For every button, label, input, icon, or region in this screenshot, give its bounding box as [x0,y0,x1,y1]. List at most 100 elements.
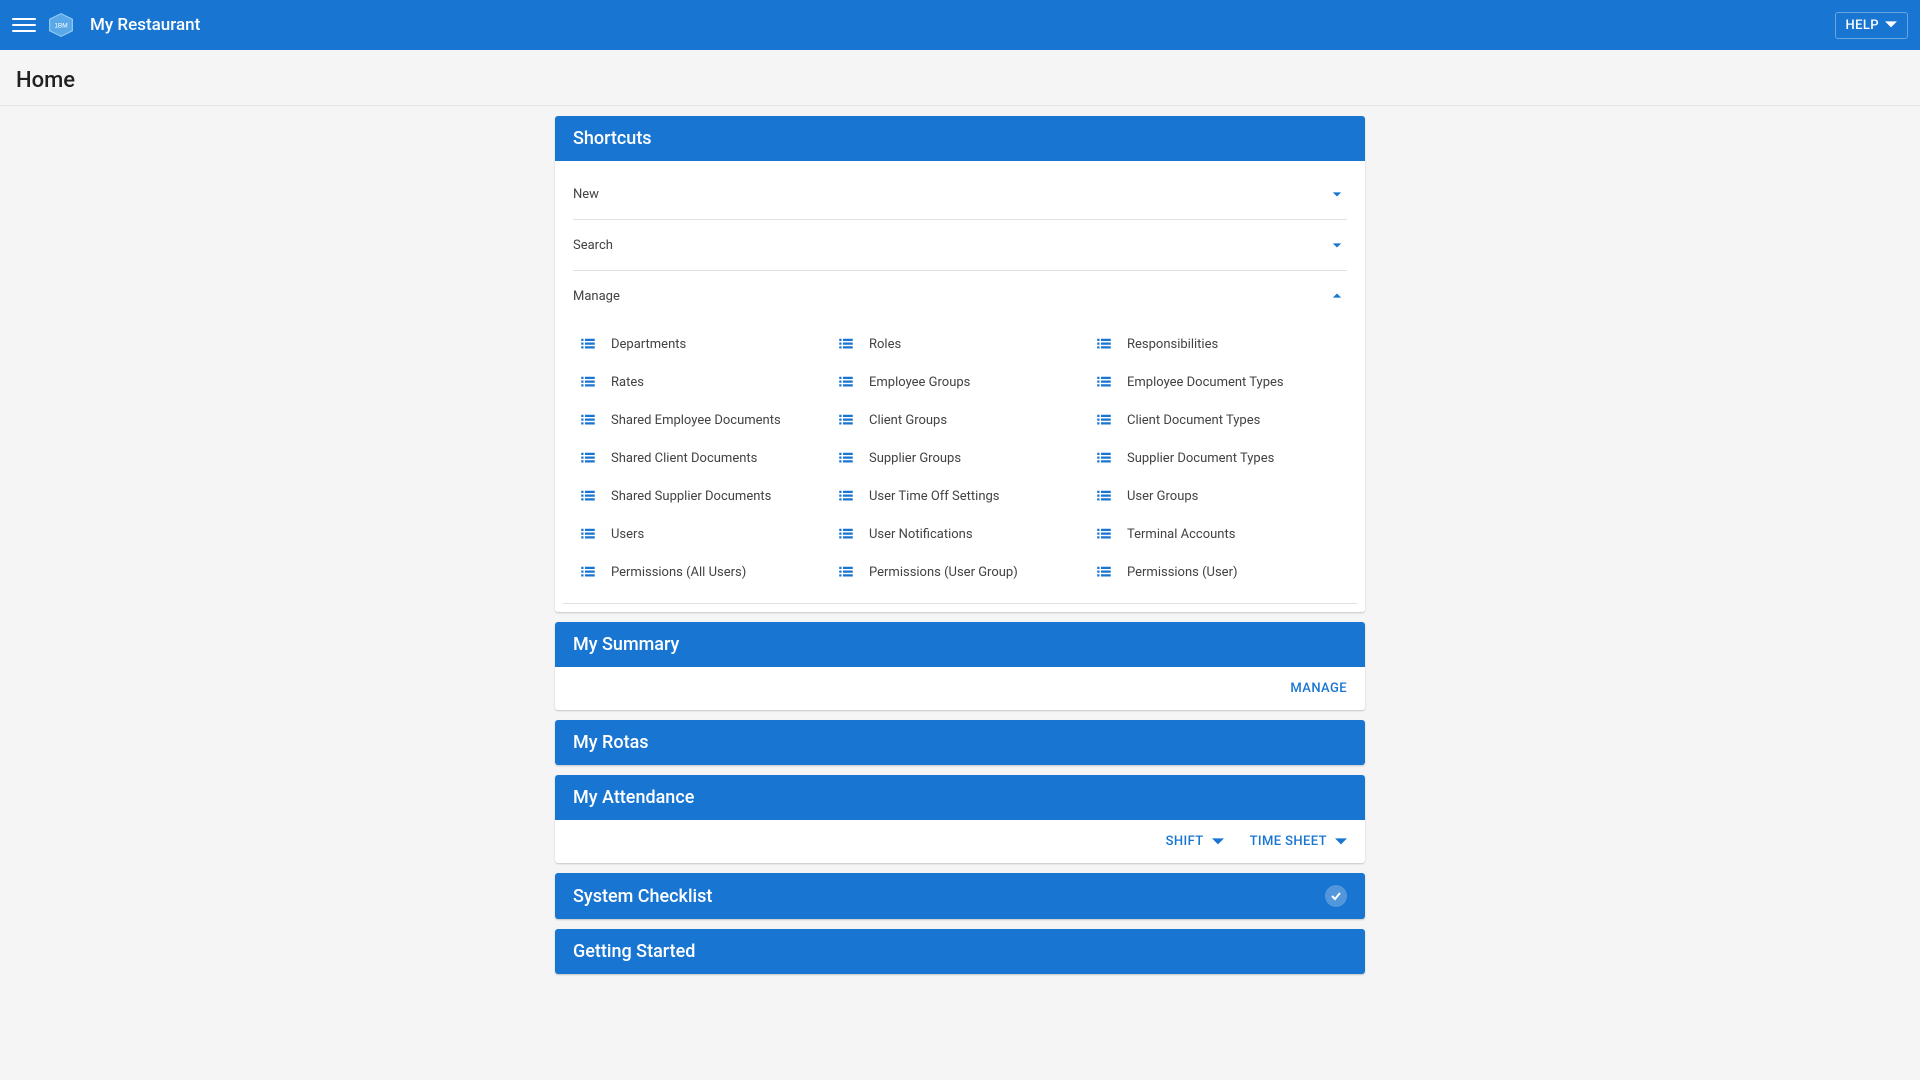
manage-item-label: Rates [611,375,825,390]
svg-text:1BM: 1BM [54,22,67,29]
my-rotas-title: My Rotas [573,732,649,753]
list-icon [579,563,597,581]
list-icon [579,525,597,543]
appbar: 1BM My Restaurant HELP [0,0,1920,50]
manage-item-label: Permissions (User) [1127,565,1341,580]
app-title: My Restaurant [90,15,200,35]
manage-item-label: Shared Client Documents [611,451,825,466]
list-icon [837,373,855,391]
manage-item[interactable]: Permissions (User Group) [831,553,1089,591]
my-summary-header: My Summary [555,622,1365,667]
manage-item-label: Terminal Accounts [1127,527,1341,542]
expander-new[interactable]: New [555,169,1365,219]
manage-item[interactable]: User Groups [1089,477,1347,515]
getting-started-header: Getting Started [555,929,1365,974]
system-checklist-card: System Checklist [555,873,1365,919]
manage-item[interactable]: User Time Off Settings [831,477,1089,515]
manage-item[interactable]: Responsibilities [1089,325,1347,363]
my-summary-card: My Summary MANAGE [555,622,1365,710]
check-icon [1325,885,1347,907]
manage-item-label: Employee Document Types [1127,375,1341,390]
manage-item[interactable]: Client Groups [831,401,1089,439]
list-icon [579,373,597,391]
manage-item[interactable]: Rates [573,363,831,401]
list-icon [579,411,597,429]
manage-item[interactable]: Shared Employee Documents [573,401,831,439]
timesheet-label: TIME SHEET [1250,834,1327,849]
manage-item-label: Permissions (All Users) [611,565,825,580]
manage-grid: Departments Roles Responsibilities Rates Emp… [563,321,1357,604]
list-icon [837,335,855,353]
manage-item[interactable]: Permissions (All Users) [573,553,831,591]
manage-item[interactable]: Supplier Groups [831,439,1089,477]
manage-item-label: Permissions (User Group) [869,565,1083,580]
manage-item[interactable]: User Notifications [831,515,1089,553]
expander-manage[interactable]: Manage [555,271,1365,321]
manage-item[interactable]: Employee Groups [831,363,1089,401]
my-attendance-title: My Attendance [573,787,694,808]
manage-item-label: Client Document Types [1127,413,1341,428]
manage-item[interactable]: Shared Client Documents [573,439,831,477]
manage-summary-button[interactable]: MANAGE [1290,681,1347,696]
list-icon [1095,525,1113,543]
page-header: Home [0,50,1920,106]
shortcuts-header: Shortcuts [555,116,1365,161]
list-icon [579,449,597,467]
shift-dropdown-button[interactable]: SHIFT [1166,834,1224,849]
system-checklist-header: System Checklist [555,873,1365,919]
getting-started-card: Getting Started [555,929,1365,974]
expander-label: Manage [573,289,620,304]
list-icon [579,487,597,505]
manage-item-label: Roles [869,337,1083,352]
expander-label: New [573,187,599,202]
my-rotas-header: My Rotas [555,720,1365,765]
page-title: Home [16,68,1904,93]
list-icon [837,563,855,581]
chevron-down-icon [1327,184,1347,204]
manage-item[interactable]: Employee Document Types [1089,363,1347,401]
list-icon [1095,487,1113,505]
timesheet-dropdown-button[interactable]: TIME SHEET [1250,834,1347,849]
help-label: HELP [1846,18,1879,33]
help-button[interactable]: HELP [1835,12,1908,39]
manage-item[interactable]: Users [573,515,831,553]
list-icon [1095,335,1113,353]
list-icon [579,335,597,353]
shortcuts-title: Shortcuts [573,128,652,149]
manage-item-label: Departments [611,337,825,352]
manage-item-label: Employee Groups [869,375,1083,390]
manage-item[interactable]: Client Document Types [1089,401,1347,439]
manage-item[interactable]: Departments [573,325,831,363]
list-icon [1095,563,1113,581]
list-icon [1095,449,1113,467]
my-attendance-header: My Attendance [555,775,1365,820]
shortcuts-card: Shortcuts New Search [555,116,1365,612]
manage-item-label: Users [611,527,825,542]
manage-item[interactable]: Shared Supplier Documents [573,477,831,515]
manage-item-label: User Notifications [869,527,1083,542]
chevron-down-icon [1885,19,1897,31]
manage-item-label: User Time Off Settings [869,489,1083,504]
getting-started-title: Getting Started [573,941,695,962]
manage-item-label: Responsibilities [1127,337,1341,352]
manage-item-label: Supplier Groups [869,451,1083,466]
hamburger-menu-icon[interactable] [12,13,36,37]
my-summary-title: My Summary [573,634,679,655]
manage-item-label: Client Groups [869,413,1083,428]
list-icon [1095,373,1113,391]
shift-label: SHIFT [1166,834,1204,849]
manage-item[interactable]: Terminal Accounts [1089,515,1347,553]
expander-search[interactable]: Search [555,220,1365,270]
manage-item-label: Shared Supplier Documents [611,489,825,504]
chevron-down-icon [1327,235,1347,255]
manage-item[interactable]: Roles [831,325,1089,363]
manage-item-label: Supplier Document Types [1127,451,1341,466]
expander-label: Search [573,238,613,253]
chevron-up-icon [1327,286,1347,306]
chevron-down-icon [1212,836,1224,848]
manage-item[interactable]: Permissions (User) [1089,553,1347,591]
manage-item[interactable]: Supplier Document Types [1089,439,1347,477]
list-icon [837,449,855,467]
list-icon [837,411,855,429]
my-attendance-card: My Attendance SHIFT TIME SHEET [555,775,1365,863]
